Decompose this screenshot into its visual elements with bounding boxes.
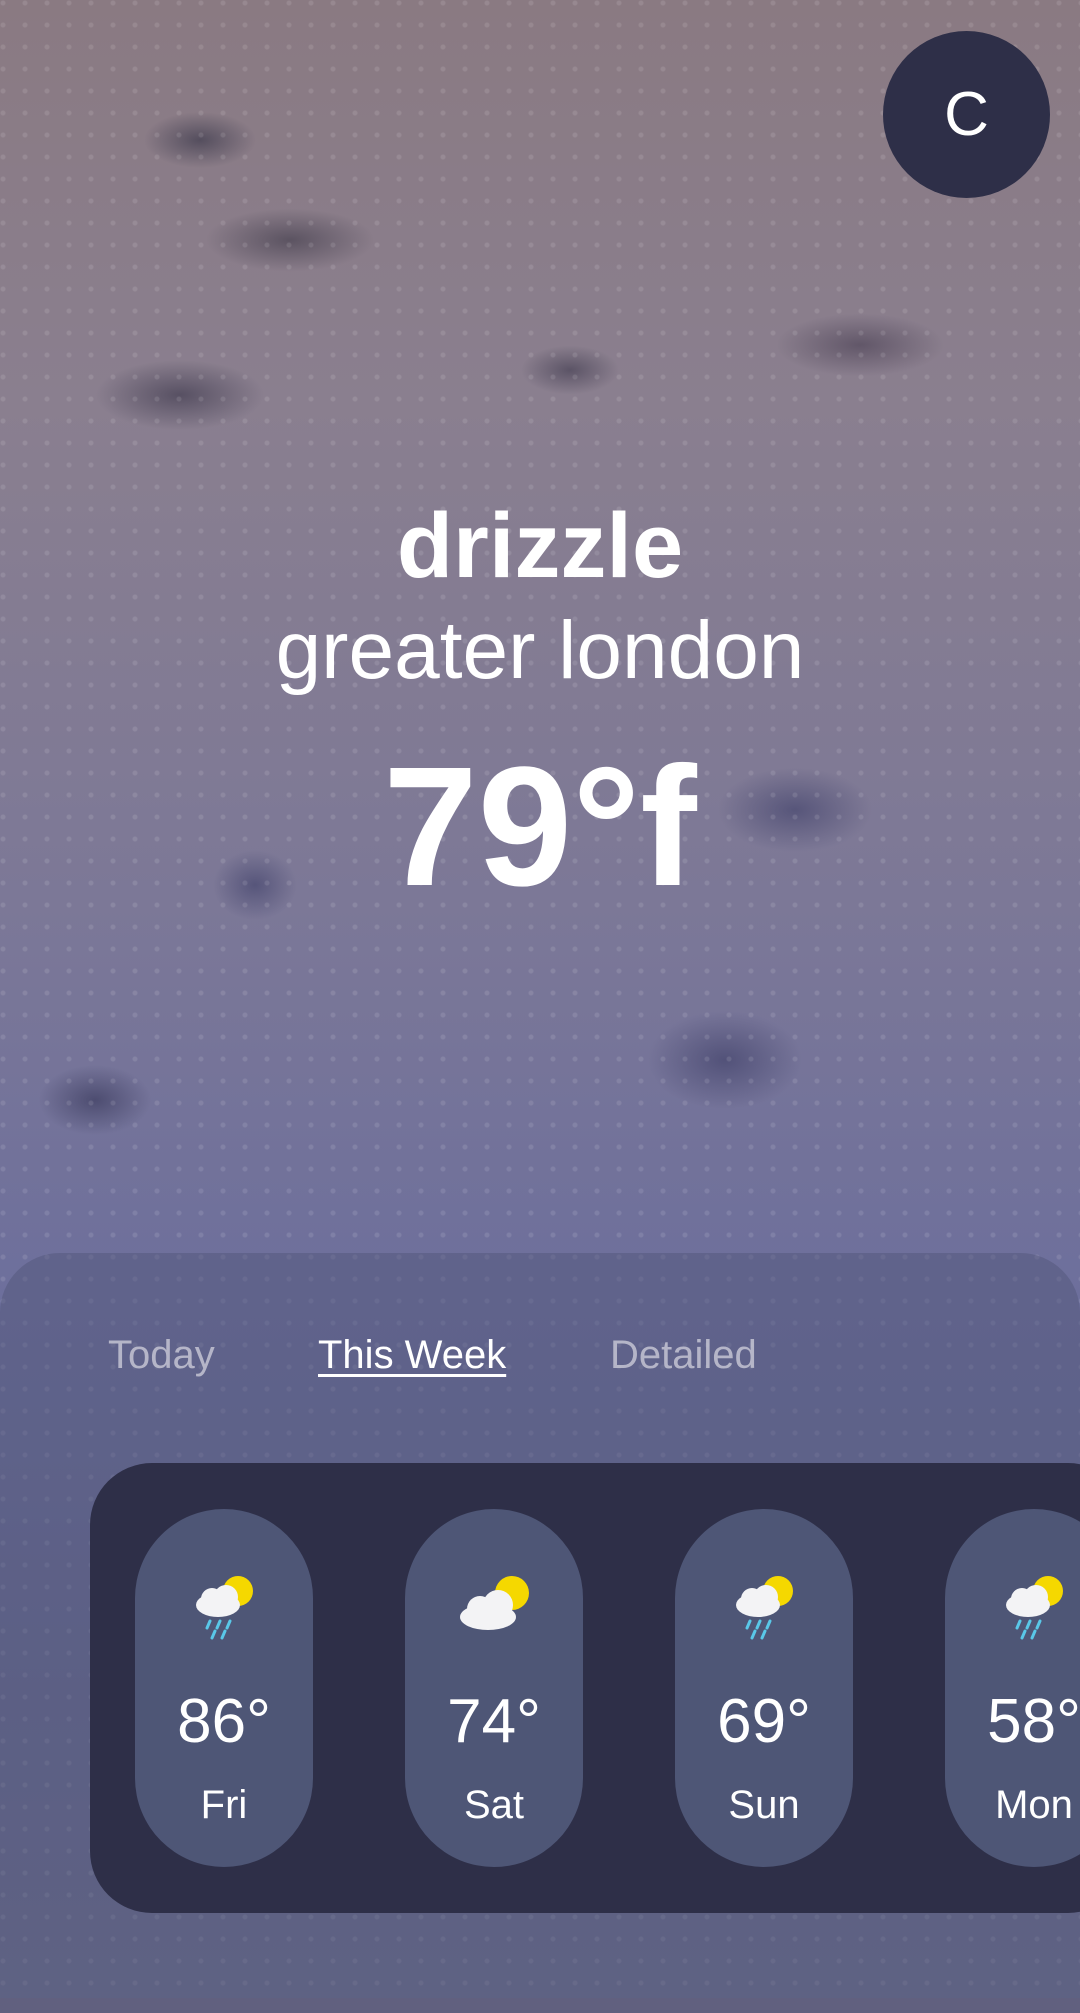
forecast-temp: 58°	[987, 1687, 1080, 1756]
profile-avatar-button[interactable]: C	[883, 31, 1050, 198]
forecast-day-label: Sun	[728, 1783, 800, 1827]
sun-cloud-icon	[460, 1576, 529, 1630]
forecast-day-label: Sat	[463, 1783, 525, 1827]
forecast-day-mon[interactable]: 58° Mon	[945, 1509, 1080, 1867]
current-weather: drizzle greater london 79°f	[0, 500, 1080, 912]
forecast-tabs: Today This Week Detailed	[0, 1330, 1080, 1380]
forecast-day-sat[interactable]: 74° Sat	[405, 1509, 583, 1867]
current-temperature: 79°f	[383, 732, 697, 922]
forecast-temp: 86°	[177, 1687, 271, 1756]
sun-cloud-rain-icon	[1006, 1576, 1063, 1640]
location-name: greater london	[275, 605, 805, 696]
forecast-day-fri[interactable]: 86° Fri	[135, 1509, 313, 1867]
tab-this-week[interactable]: This Week	[318, 1330, 506, 1380]
forecast-temp: 74°	[447, 1687, 541, 1756]
forecast-day-label: Fri	[200, 1783, 248, 1827]
weekly-forecast-card[interactable]: 86° Fri 74° Sat 69° Sun 58° Mon	[90, 1463, 1080, 1913]
sun-cloud-rain-icon	[736, 1576, 793, 1640]
forecast-day-sun[interactable]: 69° Sun	[675, 1509, 853, 1867]
tab-detailed[interactable]: Detailed	[610, 1330, 757, 1380]
weather-condition: drizzle	[396, 495, 684, 597]
sun-cloud-rain-icon	[196, 1576, 253, 1640]
tab-today[interactable]: Today	[108, 1330, 215, 1380]
forecast-day-label: Mon	[995, 1783, 1073, 1827]
avatar-initial: C	[944, 80, 989, 149]
forecast-temp: 69°	[717, 1687, 811, 1756]
